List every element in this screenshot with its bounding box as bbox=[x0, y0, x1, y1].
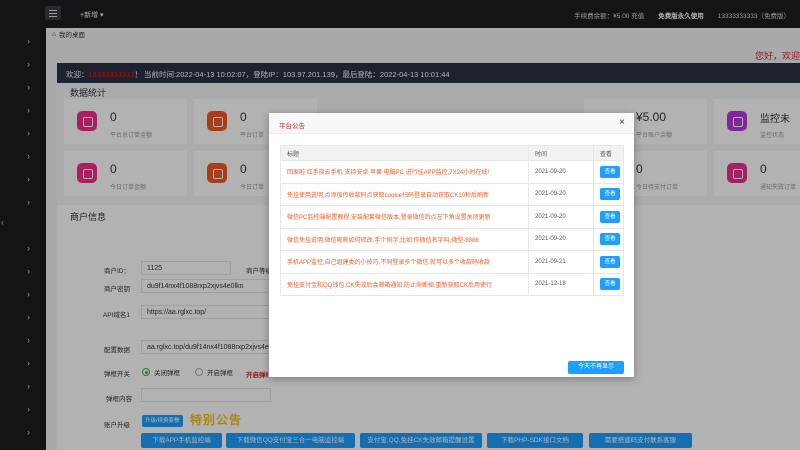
announcement-title: 免挂使用说明,点添加传收款码点获取cookie扫码登录自动获取CK10秒后刷新 bbox=[280, 182, 529, 206]
view-button[interactable]: 查看 bbox=[600, 210, 620, 223]
table-header-row: 标题 时间 查看 bbox=[280, 145, 624, 161]
modal-title: 平台公告 bbox=[279, 123, 305, 130]
announcement-time: 2021-09-21 bbox=[528, 250, 594, 274]
announcement-title: 免挂支付宝和QQ钱包,CK失效后会邮箱通知,防止命断掉,重新获取CK后用使行 bbox=[280, 272, 529, 296]
view-button[interactable]: 查看 bbox=[600, 278, 620, 291]
announcement-time: 2021-09-20 bbox=[528, 182, 594, 206]
announcement-title: 回家啦 红手指云手机 支持安卓 苹果 电脑PC,进行挂APP监控,7X24小时在… bbox=[280, 160, 529, 184]
table-row: 回家啦 红手指云手机 支持安卓 苹果 电脑PC,进行挂APP监控,7X24小时在… bbox=[280, 160, 624, 184]
modal-header: 平台公告 × bbox=[269, 113, 634, 134]
announcement-table: 标题 时间 查看 回家啦 红手指云手机 支持安卓 苹果 电脑PC,进行挂APP监… bbox=[280, 145, 624, 296]
announcement-title: 微信PC监控端配置教程,安装配套微信版本,登录微信后点左下角设置关闭更新 bbox=[280, 205, 529, 229]
view-button[interactable]: 查看 bbox=[600, 233, 620, 246]
view-button[interactable]: 查看 bbox=[600, 255, 620, 268]
announcement-title: 微信免挂说明,微信昵称如何修改,手个例字,比如:你微信名字叫,微型-8888 bbox=[280, 227, 529, 251]
announcement-time: 2021-09-20 bbox=[528, 205, 594, 229]
table-row: 微信PC监控端配置教程,安装配套微信版本,登录微信后点左下角设置关闭更新 202… bbox=[280, 205, 624, 229]
dont-show-today-button[interactable]: 今天不再显示 bbox=[568, 361, 624, 374]
close-icon[interactable]: × bbox=[619, 117, 625, 128]
announcement-modal: 平台公告 × 标题 时间 查看 回家啦 红手指云手机 支持安卓 苹果 电脑PC,… bbox=[269, 113, 634, 377]
table-row: 手机APP监控,自己组建类的小技巧,不同登录多个微信,就可以多个收款码收款 20… bbox=[280, 250, 624, 274]
announcement-time: 2021-09-20 bbox=[528, 227, 594, 251]
announcement-title: 手机APP监控,自己组建类的小技巧,不同登录多个微信,就可以多个收款码收款 bbox=[280, 250, 529, 274]
view-button[interactable]: 查看 bbox=[600, 165, 620, 178]
announcement-time: 2021-12-18 bbox=[528, 272, 594, 296]
view-button[interactable]: 查看 bbox=[600, 188, 620, 201]
column-header-view: 查看 bbox=[593, 145, 624, 161]
table-row: 免挂支付宝和QQ钱包,CK失效后会邮箱通知,防止命断掉,重新获取CK后用使行 2… bbox=[280, 272, 624, 296]
column-header-time: 时间 bbox=[528, 145, 594, 161]
table-row: 免挂使用说明,点添加传收款码点获取cookie扫码登录自动获取CK10秒后刷新 … bbox=[280, 182, 624, 206]
announcement-time: 2021-09-20 bbox=[528, 160, 594, 184]
table-row: 微信免挂说明,微信昵称如何修改,手个例字,比如:你微信名字叫,微型-8888 2… bbox=[280, 227, 624, 251]
column-header-title: 标题 bbox=[280, 145, 529, 161]
